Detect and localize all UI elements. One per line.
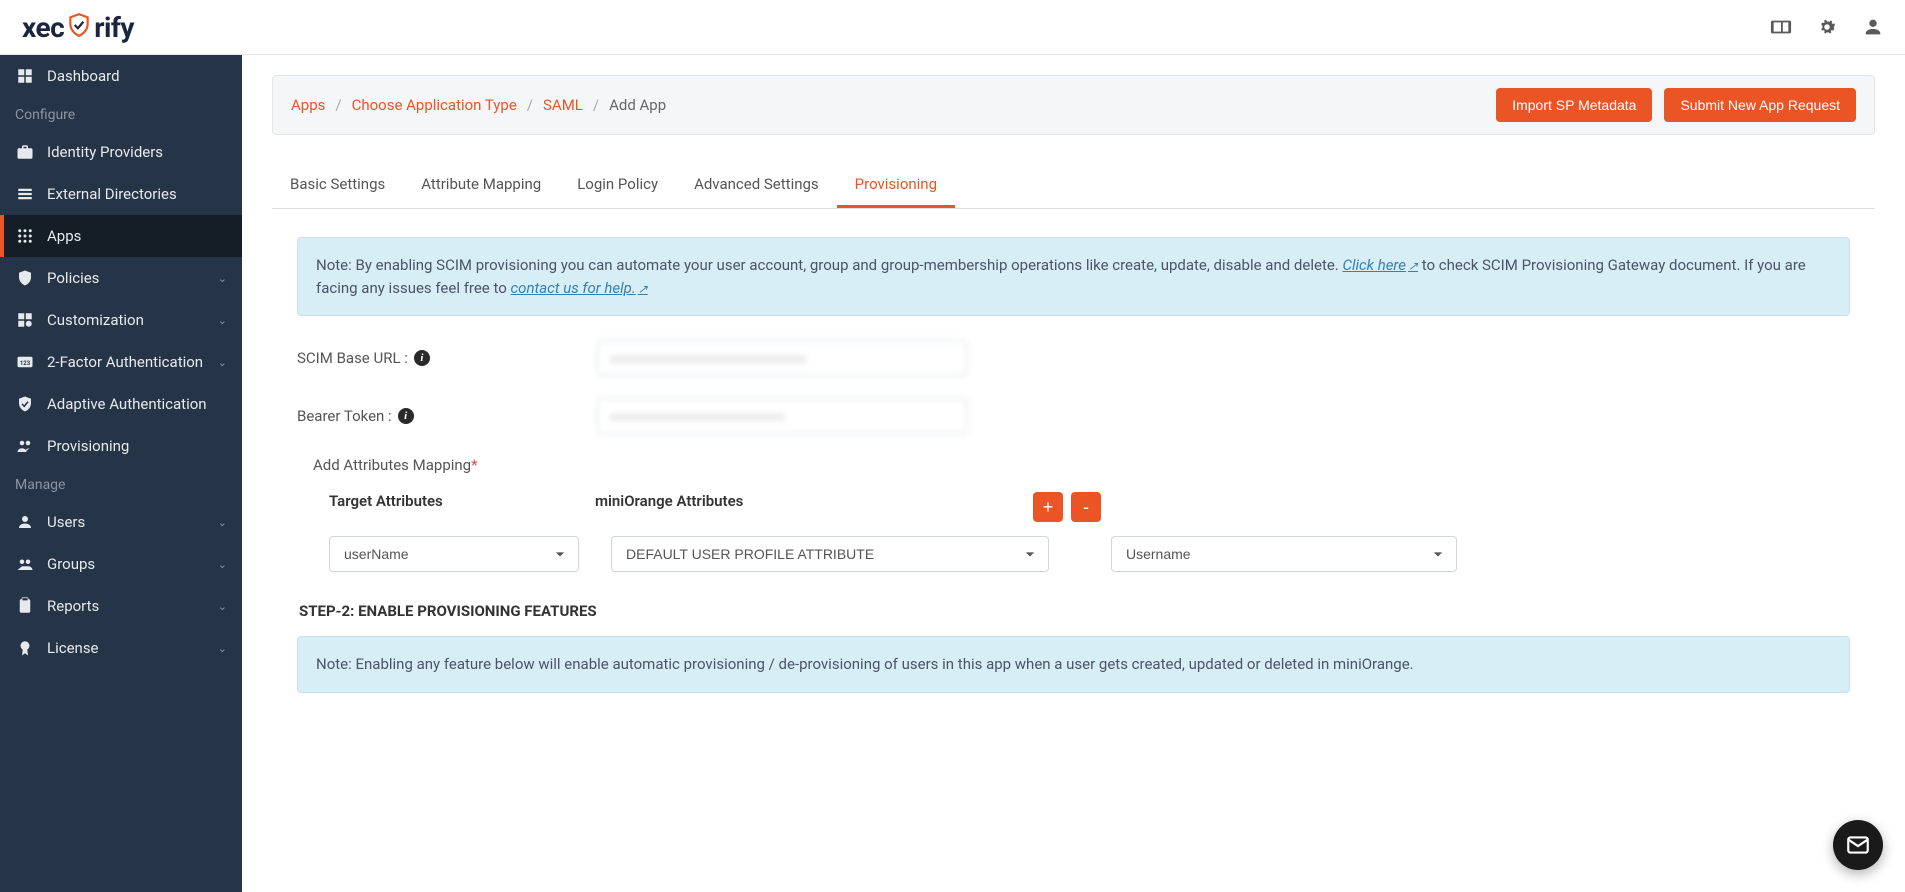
chevron-down-icon: ⌄ xyxy=(218,558,227,571)
sidebar-section-configure: Configure xyxy=(0,97,242,131)
header-actions xyxy=(1769,15,1885,39)
miniorange-attributes-header: miniOrange Attributes xyxy=(595,492,1033,510)
scim-base-url-input[interactable] xyxy=(597,340,967,376)
step2-note: Note: Enabling any feature below will en… xyxy=(297,636,1850,693)
info-icon[interactable]: i xyxy=(398,408,414,424)
main-content: Apps / Choose Application Type / SAML / … xyxy=(242,55,1905,892)
scim-base-url-row: SCIM Base URL : i xyxy=(297,340,1850,376)
users-sync-icon xyxy=(15,436,35,456)
list-icon xyxy=(15,184,35,204)
clipboard-icon xyxy=(15,596,35,616)
gear-icon[interactable] xyxy=(1815,15,1839,39)
miniorange-attribute-select[interactable]: DEFAULT USER PROFILE ATTRIBUTE xyxy=(611,536,1049,572)
brand-logo[interactable]: xec rify xyxy=(22,11,134,44)
info-icon[interactable]: i xyxy=(414,350,430,366)
external-link-icon: ↗ xyxy=(1408,259,1418,273)
sidebar: Dashboard Configure Identity Providers E… xyxy=(0,55,242,892)
add-attribute-button[interactable]: + xyxy=(1033,492,1063,522)
breadcrumb: Apps / Choose Application Type / SAML / … xyxy=(291,96,666,114)
bearer-token-input[interactable] xyxy=(597,398,967,434)
sidebar-item-policies[interactable]: Policies ⌄ xyxy=(0,257,242,299)
badge-icon xyxy=(15,638,35,658)
sidebar-item-customization[interactable]: Customization ⌄ xyxy=(0,299,242,341)
sidebar-item-label: Dashboard xyxy=(47,67,227,85)
sidebar-item-users[interactable]: Users ⌄ xyxy=(0,501,242,543)
sidebar-item-reports[interactable]: Reports ⌄ xyxy=(0,585,242,627)
breadcrumb-choose-app-type[interactable]: Choose Application Type xyxy=(352,96,517,114)
shield-check-icon xyxy=(15,394,35,414)
tab-advanced-settings[interactable]: Advanced Settings xyxy=(676,163,837,208)
chevron-down-icon: ⌄ xyxy=(218,516,227,529)
breadcrumb-actions: Import SP Metadata Submit New App Reques… xyxy=(1496,88,1856,122)
import-sp-metadata-button[interactable]: Import SP Metadata xyxy=(1496,88,1652,122)
scim-base-url-label: SCIM Base URL : i xyxy=(297,349,597,367)
chevron-down-icon: ⌄ xyxy=(218,600,227,613)
sidebar-item-label: Customization xyxy=(47,311,206,329)
sidebar-item-apps[interactable]: Apps xyxy=(0,215,242,257)
username-attribute-select[interactable]: Username xyxy=(1111,536,1457,572)
sidebar-item-provisioning[interactable]: Provisioning xyxy=(0,425,242,467)
sidebar-item-2fa[interactable]: 123 2-Factor Authentication ⌄ xyxy=(0,341,242,383)
sidebar-item-license[interactable]: License ⌄ xyxy=(0,627,242,669)
chevron-down-icon: ⌄ xyxy=(218,314,227,327)
sidebar-item-label: Apps xyxy=(47,227,227,245)
person-icon xyxy=(15,512,35,532)
breadcrumb-apps[interactable]: Apps xyxy=(291,96,325,114)
sidebar-item-label: Groups xyxy=(47,555,206,573)
scim-note: Note: By enabling SCIM provisioning you … xyxy=(297,237,1850,316)
add-attr-mapping-heading: Add Attributes Mapping* xyxy=(313,456,1850,474)
sidebar-item-adaptive-auth[interactable]: Adaptive Authentication xyxy=(0,383,242,425)
tab-basic-settings[interactable]: Basic Settings xyxy=(272,163,403,208)
target-attribute-select[interactable]: userName xyxy=(329,536,579,572)
sidebar-item-label: Users xyxy=(47,513,206,531)
sidebar-section-manage: Manage xyxy=(0,467,242,501)
numbers-icon: 123 xyxy=(15,352,35,372)
submit-new-app-button[interactable]: Submit New App Request xyxy=(1664,88,1856,122)
bearer-token-label: Bearer Token : i xyxy=(297,407,597,425)
chat-fab[interactable] xyxy=(1833,820,1883,870)
step2-heading: STEP-2: ENABLE PROVISIONING FEATURES xyxy=(297,602,1850,620)
top-header: xec rify xyxy=(0,0,1905,55)
sidebar-item-label: Provisioning xyxy=(47,437,227,455)
sidebar-item-dashboard[interactable]: Dashboard xyxy=(0,55,242,97)
remove-attribute-button[interactable]: - xyxy=(1071,492,1101,522)
tab-provisioning[interactable]: Provisioning xyxy=(837,163,955,208)
tab-attribute-mapping[interactable]: Attribute Mapping xyxy=(403,163,559,208)
bearer-token-row: Bearer Token : i xyxy=(297,398,1850,434)
breadcrumb-current: Add App xyxy=(609,96,666,114)
sidebar-item-identity-providers[interactable]: Identity Providers xyxy=(0,131,242,173)
tab-login-policy[interactable]: Login Policy xyxy=(559,163,676,208)
grid-icon xyxy=(15,226,35,246)
sidebar-item-label: Adaptive Authentication xyxy=(47,395,227,413)
briefcase-icon xyxy=(15,142,35,162)
shield-icon xyxy=(15,268,35,288)
tabs: Basic Settings Attribute Mapping Login P… xyxy=(272,163,1875,209)
people-icon xyxy=(15,554,35,574)
sidebar-item-label: License xyxy=(47,639,206,657)
puzzle-icon xyxy=(15,310,35,330)
sidebar-item-label: Identity Providers xyxy=(47,143,227,161)
chevron-down-icon: ⌄ xyxy=(218,356,227,369)
sidebar-item-label: Policies xyxy=(47,269,206,287)
chevron-down-icon: ⌄ xyxy=(218,272,227,285)
sidebar-item-groups[interactable]: Groups ⌄ xyxy=(0,543,242,585)
sidebar-item-external-directories[interactable]: External Directories xyxy=(0,173,242,215)
chevron-down-icon: ⌄ xyxy=(218,642,227,655)
docs-icon[interactable] xyxy=(1769,15,1793,39)
breadcrumb-saml[interactable]: SAML xyxy=(543,96,583,114)
contact-us-link[interactable]: contact us for help.↗ xyxy=(511,279,648,297)
sidebar-item-label: Reports xyxy=(47,597,206,615)
breadcrumb-bar: Apps / Choose Application Type / SAML / … xyxy=(272,75,1875,135)
target-attributes-header: Target Attributes xyxy=(329,492,595,510)
external-link-icon: ↗ xyxy=(638,282,648,296)
sidebar-item-label: External Directories xyxy=(47,185,227,203)
user-icon[interactable] xyxy=(1861,15,1885,39)
sidebar-item-label: 2-Factor Authentication xyxy=(47,353,206,371)
dashboard-icon xyxy=(15,66,35,86)
click-here-link[interactable]: Click here↗ xyxy=(1342,256,1418,274)
shield-logo-icon xyxy=(66,12,92,42)
svg-text:123: 123 xyxy=(20,360,31,367)
